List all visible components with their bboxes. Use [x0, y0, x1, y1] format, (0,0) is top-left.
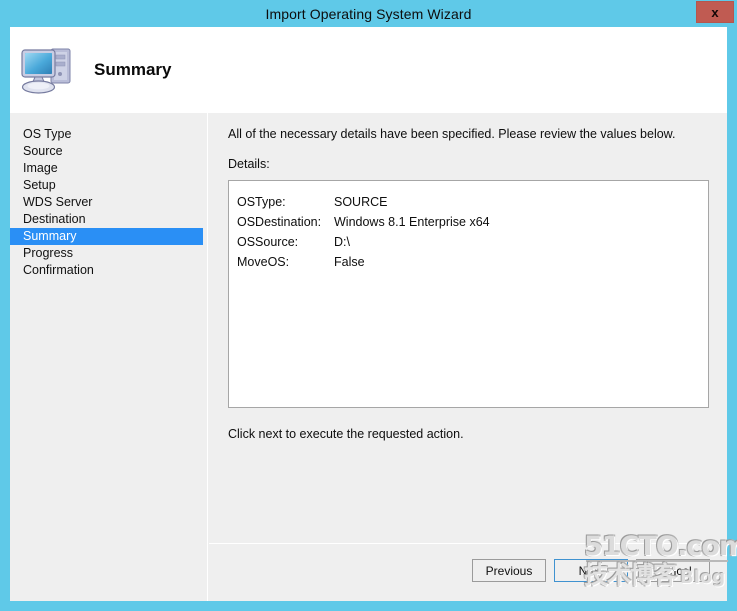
- wizard-step-list: OS Type Source Image Setup WDS Server De…: [10, 113, 208, 601]
- sidebar-item-wds-server[interactable]: WDS Server: [10, 194, 207, 211]
- title-bar: Import Operating System Wizard x: [10, 0, 734, 27]
- sidebar-item-os-type[interactable]: OS Type: [10, 126, 207, 143]
- detail-key: OSDestination:: [237, 215, 322, 229]
- details-label: Details:: [228, 157, 270, 171]
- detail-value: D:\: [334, 235, 350, 249]
- close-button[interactable]: x: [696, 1, 734, 23]
- dialog-client-area: Summary OS Type Source Image Setup WDS S…: [10, 27, 727, 601]
- sidebar-item-progress[interactable]: Progress: [10, 245, 207, 262]
- intro-text: All of the necessary details have been s…: [228, 127, 676, 141]
- detail-row: OSDestination: Windows 8.1 Enterprise x6…: [237, 212, 708, 232]
- window-title: Import Operating System Wizard: [265, 5, 472, 22]
- detail-value: False: [334, 255, 365, 269]
- sidebar-item-image[interactable]: Image: [10, 160, 207, 177]
- cancel-button[interactable]: Cancel: [636, 559, 710, 582]
- sidebar-item-source[interactable]: Source: [10, 143, 207, 160]
- computer-icon: [21, 48, 71, 94]
- details-panel: OSType: SOURCE OSDestination: Windows 8.…: [228, 180, 709, 408]
- detail-row: OSSource: D:\: [237, 232, 708, 252]
- next-button[interactable]: Next: [554, 559, 628, 582]
- detail-row: OSType: SOURCE: [237, 192, 708, 212]
- page-title: Summary: [94, 60, 172, 79]
- dialog-footer: Previous Next Cancel: [209, 543, 727, 601]
- footer-button-group: Previous Next Cancel: [472, 559, 710, 582]
- wizard-window: Import Operating System Wizard x Summary…: [0, 0, 737, 611]
- dialog-body: OS Type Source Image Setup WDS Server De…: [10, 113, 727, 601]
- detail-row: MoveOS: False: [237, 252, 708, 272]
- sidebar-item-setup[interactable]: Setup: [10, 177, 207, 194]
- closing-text: Click next to execute the requested acti…: [228, 427, 464, 441]
- sidebar-item-confirmation[interactable]: Confirmation: [10, 262, 207, 279]
- detail-key: MoveOS:: [237, 255, 290, 269]
- detail-value: SOURCE: [334, 195, 388, 209]
- wizard-content: All of the necessary details have been s…: [208, 113, 727, 601]
- wizard-header: Summary: [10, 27, 727, 113]
- detail-key: OSSource:: [237, 235, 299, 249]
- sidebar-item-summary[interactable]: Summary: [10, 228, 203, 245]
- previous-button[interactable]: Previous: [472, 559, 546, 582]
- detail-value: Windows 8.1 Enterprise x64: [334, 215, 490, 229]
- close-icon: x: [711, 4, 719, 20]
- sidebar-item-destination[interactable]: Destination: [10, 211, 207, 228]
- detail-key: OSType:: [237, 195, 286, 209]
